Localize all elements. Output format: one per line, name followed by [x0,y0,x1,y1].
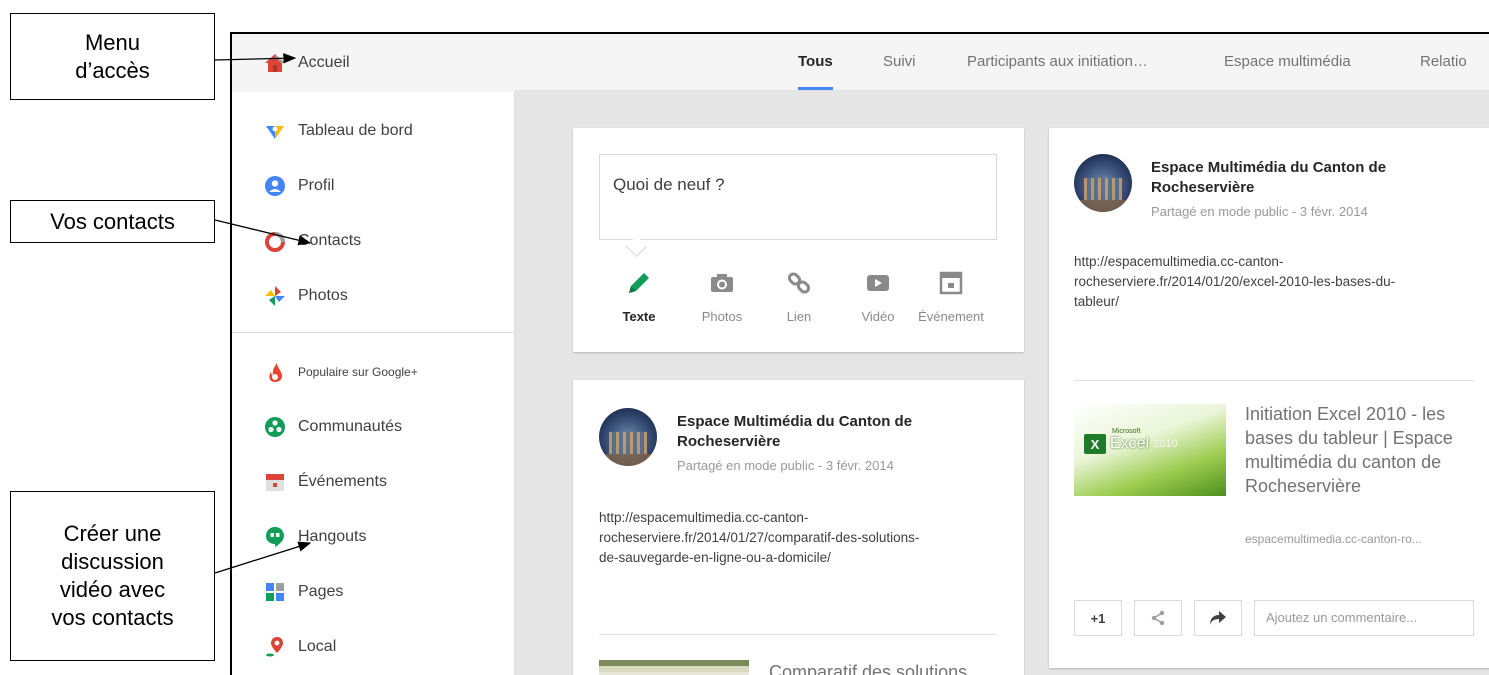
callout-arrows [214,53,312,574]
arrow-hangouts [214,541,312,574]
arrow-menu [214,53,297,64]
arrow-contacts [214,219,312,246]
